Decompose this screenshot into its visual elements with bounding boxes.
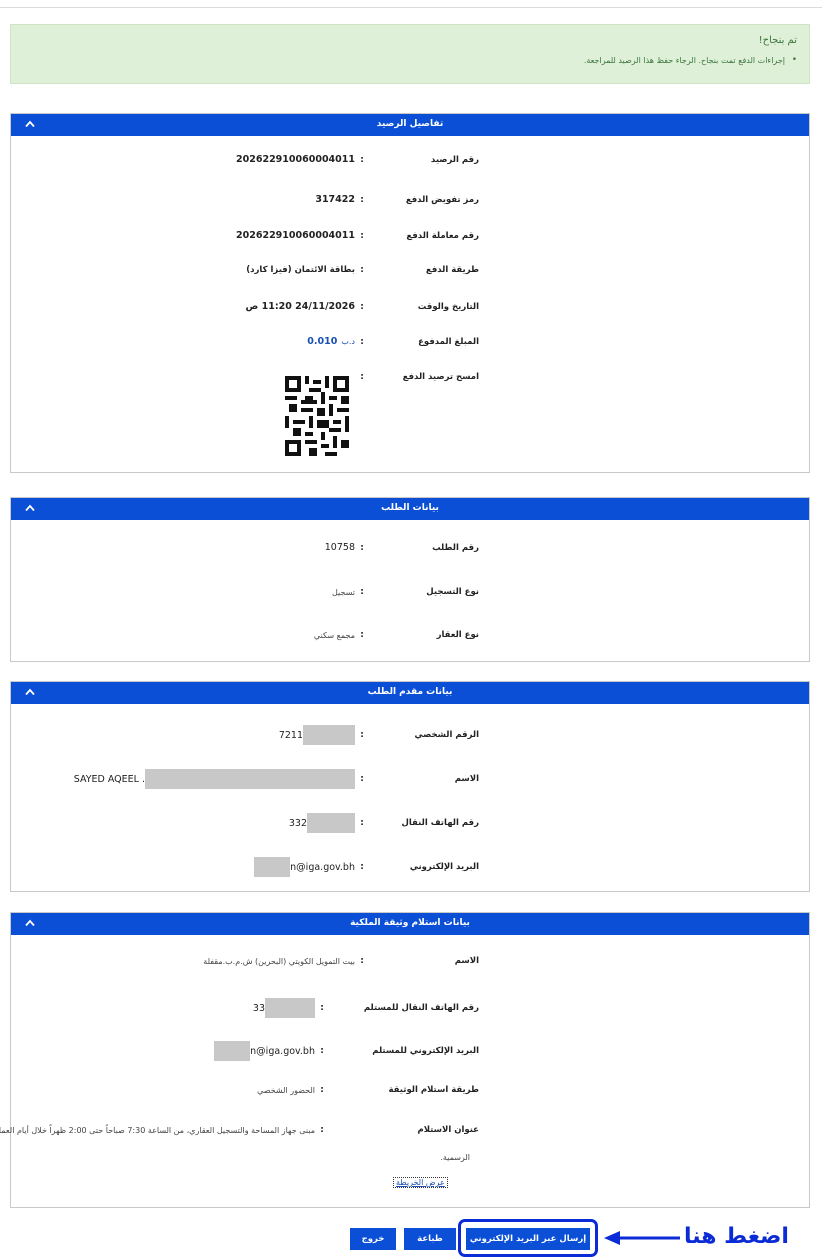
field-label: رمز تفويض الدفع (405, 194, 479, 205)
receipt-panel-title: تفاصيل الرصيد (376, 119, 444, 129)
receipt-row-transaction: رقم معاملة الدفع : 202622910060004011 (236, 230, 479, 241)
chevron-up-icon[interactable] (23, 914, 37, 932)
field-label: البريد الإلكتروني (409, 862, 479, 872)
field-value: 332 (288, 817, 307, 829)
request-panel-title: بيانات الطلب (381, 503, 439, 513)
view-map-link[interactable]: عرض الخريطة (393, 1177, 448, 1188)
field-label: امسح ترصيد الدفع (402, 372, 479, 382)
request-row-property-type: نوع العقار : مجمع سكني (313, 630, 479, 640)
field-label: الرقم الشخصي (414, 730, 479, 740)
field-value: 10758 (324, 542, 355, 553)
field-value: مجمع سكني (313, 630, 355, 640)
delivery-panel-header[interactable]: بيانات استلام وثيقة الملكية (11, 913, 809, 935)
redaction-block (265, 998, 315, 1018)
applicant-panel-title: بيانات مقدم الطلب (367, 687, 453, 697)
receipt-row-amount: المبلغ المدفوع : د.ب 0.010 (307, 336, 479, 347)
field-value: الحضور الشخصي (257, 1085, 315, 1095)
alert-title: تم بنجاح! (758, 35, 797, 46)
field-value: 202622910060004011 (236, 230, 355, 241)
chevron-up-icon[interactable] (23, 683, 37, 701)
alert-message: إجراءات الدفع تمت بنجاح. الرجاء حفظ هذا … (23, 55, 797, 65)
field-label: رقم الطلب (432, 542, 479, 553)
top-divider (0, 0, 822, 8)
field-label: البريد الإلكتروني للمستلم (372, 1046, 479, 1056)
delivery-row-name: الاسم : بيت التمويل الكويتي (البحرين) ش.… (203, 956, 479, 966)
request-row-number: رقم الطلب : 10758 (324, 542, 479, 553)
receipt-row-number: رقم الرصيد : 202622910060004011 (236, 154, 479, 165)
applicant-panel: بيانات مقدم الطلب الرقم الشخصي : 7211 ال… (10, 681, 810, 892)
alert-list: إجراءات الدفع تمت بنجاح. الرجاء حفظ هذا … (23, 55, 797, 65)
applicant-row-name: الاسم : SAYED AQEEL . (74, 769, 479, 789)
applicant-panel-header[interactable]: بيانات مقدم الطلب (11, 682, 809, 704)
field-value: تسجيل (332, 587, 355, 597)
print-button[interactable]: طباعة (404, 1228, 456, 1250)
field-value: بطاقة الائتمان (فيزا كارد) (246, 265, 355, 275)
field-value-continued: الرسمية. (440, 1153, 470, 1162)
request-panel: بيانات الطلب رقم الطلب : 10758 نوع التسج… (10, 497, 810, 662)
redaction-block (307, 813, 355, 833)
receipt-row-auth-code: رمز تفويض الدفع : 317422 (315, 194, 479, 205)
delivery-row-address-cont: الرسمية. (440, 1153, 470, 1162)
qr-code-icon (285, 376, 349, 456)
field-value: مبنى جهاز المساحة والتسجيل العقاري، من ا… (0, 1125, 315, 1135)
redaction-block (254, 857, 291, 877)
request-row-reg-type: نوع التسجيل : تسجيل (332, 587, 479, 597)
receipt-row-datetime: التاريخ والوقت : 24/11/2026 11:20 ص (245, 301, 479, 312)
field-value: 0.010 (307, 336, 338, 347)
callout-label: اضغط هنا (684, 1224, 789, 1249)
field-label: طريقة الدفع (425, 265, 479, 275)
exit-button[interactable]: خروج (350, 1228, 396, 1250)
applicant-row-email: البريد الإلكتروني : n@iga.gov.bh (254, 857, 479, 877)
receipt-panel-header[interactable]: تفاصيل الرصيد (11, 114, 809, 136)
field-label: رقم الرصيد (430, 154, 479, 165)
field-label: التاريخ والوقت (417, 301, 479, 312)
arrow-left-icon (604, 1231, 680, 1245)
delivery-row-method: طريقة استلام الوثيقة : الحضور الشخصي (257, 1085, 479, 1095)
success-alert: تم بنجاح! إجراءات الدفع تمت بنجاح. الرجا… (10, 24, 810, 84)
field-label: الاسم (454, 956, 479, 966)
delivery-row-mobile: رقم الهاتف النقال للمستلم : 33 (253, 998, 479, 1018)
delivery-row-email: البريد الإلكتروني للمستلم : n@iga.gov.bh (214, 1041, 479, 1061)
redaction-block (214, 1041, 251, 1061)
field-value: 317422 (315, 194, 355, 205)
field-label: رقم الهاتف النقال للمستلم (363, 1003, 479, 1013)
currency-label: د.ب (341, 337, 355, 346)
field-label: نوع العقار (436, 630, 479, 640)
receipt-row-method: طريقة الدفع : بطاقة الائتمان (فيزا كارد) (246, 265, 479, 275)
callout-highlight-box (458, 1219, 598, 1257)
chevron-up-icon[interactable] (23, 115, 37, 133)
field-label: عنوان الاستلام (417, 1125, 480, 1135)
receipt-panel: تفاصيل الرصيد رقم الرصيد : 2026229100600… (10, 113, 810, 473)
field-label: طريقة استلام الوثيقة (388, 1085, 479, 1095)
field-label: نوع التسجيل (426, 587, 479, 597)
field-value: n@iga.gov.bh (250, 1045, 315, 1057)
delivery-panel-title: بيانات استلام وثيقة الملكية (350, 918, 470, 928)
request-panel-header[interactable]: بيانات الطلب (11, 498, 809, 520)
redaction-block (303, 725, 355, 745)
field-value: SAYED AQEEL . (73, 773, 145, 785)
field-label: رقم معاملة الدفع (406, 230, 479, 241)
applicant-row-cpr: الرقم الشخصي : 7211 (279, 725, 479, 745)
field-label: المبلغ المدفوع (418, 336, 479, 347)
applicant-row-mobile: رقم الهاتف النقال : 332 (289, 813, 479, 833)
field-value: 202622910060004011 (236, 154, 355, 165)
delivery-row-address: عنوان الاستلام : مبنى جهاز المساحة والتس… (0, 1125, 479, 1135)
field-value: n@iga.gov.bh (290, 861, 355, 873)
field-value: بيت التمويل الكويتي (البحرين) ش.م.ب.مقفل… (203, 956, 355, 966)
field-label: رقم الهاتف النقال (401, 818, 479, 828)
field-value: 33 (252, 1002, 265, 1014)
field-value: 24/11/2026 11:20 ص (245, 301, 355, 312)
delivery-panel: بيانات استلام وثيقة الملكية الاسم : بيت … (0, 912, 810, 1208)
redaction-block (145, 769, 355, 789)
field-value: 7211 (278, 729, 303, 741)
field-label: الاسم (454, 774, 479, 784)
receipt-row-qr: امسح ترصيد الدفع : (285, 372, 479, 456)
chevron-up-icon[interactable] (23, 499, 37, 517)
